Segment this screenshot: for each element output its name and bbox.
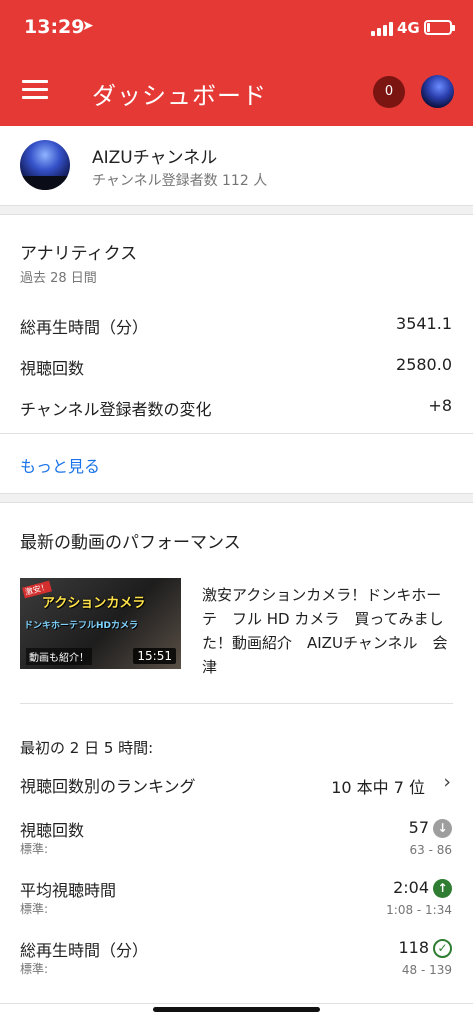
stat-label-views: 視聴回数 — [20, 821, 85, 840]
stat-norm-label: 標準: — [20, 902, 49, 916]
thumbnail-title: アクションカメラ — [42, 596, 146, 611]
stat-range-watch-time: 48 - 139 — [401, 963, 452, 977]
home-indicator[interactable] — [153, 1007, 320, 1012]
battery-icon — [424, 20, 455, 35]
notification-badge[interactable]: 0 — [373, 76, 405, 108]
dashboard-content: AIZUチャンネル チャンネル登録者数 112 人 アナリティクス 過去 28 … — [0, 126, 473, 1024]
channel-subscriber-count: チャンネル登録者数 112 人 — [92, 173, 268, 189]
check-circle-icon: ✓ — [433, 939, 452, 958]
stat-value-views: 57 — [408, 818, 429, 837]
channel-name: AIZUチャンネル — [92, 148, 218, 168]
thumbnail-subtitle: ドンキホーテフルHDカメラ — [24, 621, 139, 631]
analytics-card: アナリティクス 過去 28 日間 総再生時間（分） 3541.1 視聴回数 25… — [0, 214, 473, 494]
page-title: ダッシュボード — [92, 82, 267, 110]
channel-card[interactable]: AIZUチャンネル チャンネル登録者数 112 人 — [0, 126, 473, 206]
signal-strength-icon — [371, 22, 393, 36]
metric-value-views: 2580.0 — [396, 355, 452, 374]
metric-label-subscriber-change: チャンネル登録者数の変化 — [20, 400, 212, 419]
video-thumbnail[interactable]: 激安！ アクションカメラ ドンキホーテフルHDカメラ 動画も紹介！ 15:51 — [20, 578, 181, 669]
stat-label-watch-time: 総再生時間（分） — [20, 941, 149, 960]
arrow-down-icon: ↓ — [433, 819, 452, 838]
latest-video-card: 最新の動画のパフォーマンス 激安！ アクションカメラ ドンキホーテフルHDカメラ… — [0, 502, 473, 1024]
video-duration: 15:51 — [133, 648, 176, 664]
latest-video-title: 最新の動画のパフォーマンス — [20, 533, 241, 553]
stat-norm-label: 標準: — [20, 842, 49, 856]
thumbnail-note: 動画も紹介！ — [26, 648, 92, 665]
stat-range-avg-duration: 1:08 - 1:34 — [386, 903, 452, 917]
divider — [20, 703, 453, 704]
status-bar: 13:29 ➤ 4G — [0, 0, 473, 60]
arrow-up-icon: ↑ — [433, 879, 452, 898]
stat-value-avg-duration: 2:04 — [393, 878, 429, 897]
app-bar: ダッシュボード 0 — [0, 60, 473, 126]
analytics-title: アナリティクス — [20, 244, 138, 264]
hamburger-menu-icon[interactable] — [22, 80, 48, 100]
stat-range-views: 63 - 86 — [409, 843, 453, 857]
battery-level — [427, 23, 430, 32]
channel-avatar — [20, 140, 70, 190]
stat-value-watch-time: 118 — [398, 938, 429, 957]
more-analytics-link[interactable]: もっと見る — [20, 453, 100, 477]
chevron-right-icon: › — [443, 771, 451, 793]
metric-value-subscriber-change: +8 — [428, 396, 452, 415]
metric-label-watch-time: 総再生時間（分） — [20, 318, 149, 337]
location-arrow-icon: ➤ — [82, 18, 94, 34]
divider — [0, 1003, 473, 1004]
stat-norm-label: 標準: — [20, 962, 49, 976]
metric-label-views: 視聴回数 — [20, 359, 85, 378]
analytics-period: 過去 28 日間 — [20, 271, 97, 286]
ranking-value: 10 本中 7 位 — [331, 778, 425, 797]
metric-value-watch-time: 3541.1 — [396, 314, 452, 333]
divider — [0, 433, 473, 434]
status-time: 13:29 — [24, 16, 85, 38]
network-type: 4G — [397, 19, 420, 37]
video-title[interactable]: 激安アクションカメラ！ドンキホーテ フル HD カメラ 買ってみました！動画紹介… — [202, 583, 454, 679]
stat-label-avg-duration: 平均視聴時間 — [20, 881, 117, 900]
performance-period: 最初の 2 日 5 時間: — [20, 739, 154, 757]
ranking-label: 視聴回数別のランキング — [20, 777, 196, 796]
account-avatar[interactable] — [421, 75, 454, 108]
